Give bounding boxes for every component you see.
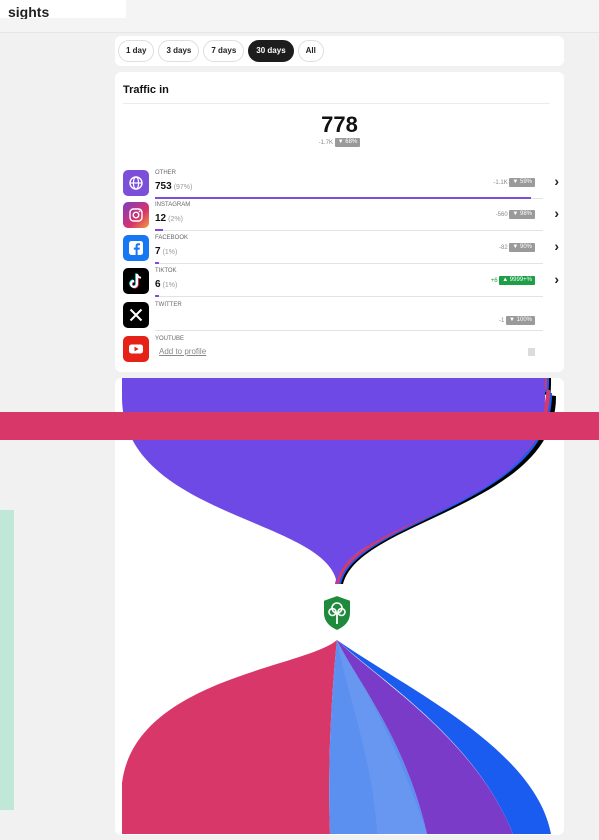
- overlay-band: [0, 412, 599, 440]
- source-change-value: -1: [499, 318, 505, 325]
- chevron-right-icon[interactable]: ›: [554, 271, 559, 287]
- source-count-value: 6: [155, 279, 161, 290]
- source-count: 753 (97%): [155, 181, 192, 192]
- time-range-tabs: 1 day 3 days 7 days 30 days All: [118, 40, 324, 62]
- source-change-badge: ▼ 100%: [506, 316, 535, 325]
- traffic-card: Traffic in 778 -1.7K ▼ 68% OTHER 753 (97%…: [115, 72, 564, 372]
- source-change: -1.1K ▼ 59%: [493, 178, 535, 187]
- youtube-icon: [123, 336, 149, 362]
- page-title: sights: [8, 5, 50, 19]
- divider: [123, 103, 550, 104]
- source-percent: (97%): [173, 184, 193, 191]
- source-change-badge: ▲ 9999+%: [499, 276, 535, 285]
- facebook-icon: [123, 235, 149, 261]
- total-visits: 778: [321, 112, 358, 137]
- tab-1-day[interactable]: 1 day: [118, 40, 155, 62]
- total-change: -1.7K ▼ 68%: [115, 138, 564, 147]
- source-change-badge: ▼ 98%: [509, 210, 535, 219]
- source-row-tiktok[interactable]: TIKTOK 6 (1%) +6 ▲ 9999+% ›: [121, 266, 559, 298]
- source-change-value: -1.1K: [493, 180, 508, 187]
- total-change-badge: ▼ 68%: [334, 138, 361, 147]
- source-change-value: -560: [495, 212, 508, 219]
- source-name: TWITTER: [155, 302, 182, 308]
- tab-7-days[interactable]: 7 days: [203, 40, 245, 62]
- source-row-other[interactable]: OTHER 753 (97%) -1.1K ▼ 59% ›: [121, 168, 559, 200]
- globe-icon: [123, 170, 149, 196]
- instagram-icon: [123, 202, 149, 228]
- tiktok-icon: [123, 268, 149, 294]
- source-track: [155, 263, 543, 264]
- source-share-bar: [155, 295, 159, 297]
- source-name: INSTAGRAM: [155, 202, 191, 208]
- source-change-value: -82: [499, 245, 508, 252]
- source-count-value: 753: [155, 181, 172, 192]
- source-row-facebook[interactable]: FACEBOOK 7 (1%) -82 ▼ 90% ›: [121, 233, 559, 265]
- source-track: [155, 330, 543, 331]
- source-count: 7 (1%): [155, 246, 177, 257]
- source-name: TIKTOK: [155, 268, 177, 274]
- source-percent: (1%): [162, 249, 178, 256]
- tab-3-days[interactable]: 3 days: [158, 40, 200, 62]
- source-share-bar: [155, 262, 159, 264]
- drag-handle[interactable]: [528, 348, 535, 356]
- source-change-badge: ▼ 90%: [509, 243, 535, 252]
- source-change: -1 ▼ 100%: [499, 316, 535, 325]
- source-name: FACEBOOK: [155, 235, 189, 241]
- source-name: OTHER: [155, 170, 176, 176]
- source-count: 6 (1%): [155, 279, 177, 290]
- traffic-title: Traffic in: [123, 84, 169, 96]
- top-bar: sights: [0, 0, 599, 33]
- source-track: [155, 296, 543, 297]
- source-change-badge: ▼ 59%: [509, 178, 535, 187]
- tree-shield-icon: [320, 593, 354, 633]
- source-name: YOUTUBE: [155, 336, 185, 342]
- total-change-value: -1.7K: [318, 140, 334, 147]
- source-share-bar: [155, 197, 531, 199]
- source-change: -560 ▼ 98%: [496, 210, 535, 219]
- source-row-twitter[interactable]: TWITTER -1 ▼ 100%: [121, 300, 557, 332]
- flow-out-pink: [122, 640, 337, 834]
- source-count: 12 (2%): [155, 213, 183, 224]
- source-track: [155, 230, 543, 231]
- x-twitter-icon: [123, 302, 149, 328]
- source-change: -82 ▼ 90%: [499, 243, 535, 252]
- source-percent: (1%): [162, 282, 178, 289]
- source-share-bar: [155, 229, 163, 231]
- side-panel-accent: [0, 510, 14, 810]
- tab-all[interactable]: All: [297, 40, 324, 62]
- tab-30-days[interactable]: 30 days: [248, 40, 294, 62]
- flow-in-other: [121, 378, 546, 584]
- source-change: +6 ▲ 9999+%: [491, 276, 535, 285]
- source-percent: (2%): [168, 216, 183, 223]
- chevron-right-icon[interactable]: ›: [554, 238, 559, 254]
- time-range-card: 1 day 3 days 7 days 30 days All: [115, 36, 564, 66]
- source-count-value: 12: [155, 213, 167, 224]
- source-change-value: +6: [490, 278, 498, 285]
- source-count-value: 7: [155, 246, 161, 257]
- source-row-instagram[interactable]: INSTAGRAM 12 (2%) -560 ▼ 98% ›: [121, 200, 559, 232]
- chevron-right-icon[interactable]: ›: [554, 173, 559, 189]
- chevron-right-icon[interactable]: ›: [554, 205, 559, 221]
- add-to-profile-link[interactable]: Add to profile: [159, 347, 206, 356]
- source-row-youtube: YOUTUBE Add to profile: [121, 334, 557, 366]
